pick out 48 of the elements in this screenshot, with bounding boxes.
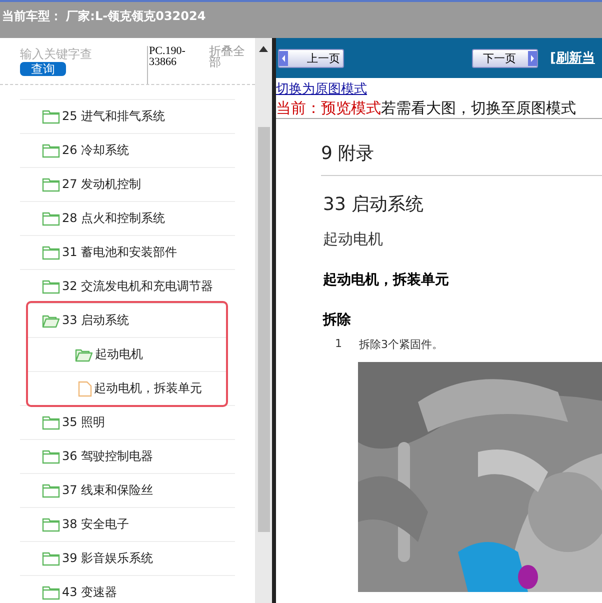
- open-folder-icon: [75, 348, 93, 362]
- tree-item[interactable]: 38 安全电子: [20, 507, 235, 541]
- tree-item[interactable]: 31 蓄电池和安装部件: [20, 235, 235, 269]
- folder-icon: [42, 416, 60, 430]
- step-text: 拆除3个紧固件。: [359, 337, 443, 352]
- part-code: PC.190-33866: [147, 46, 201, 84]
- tree-item[interactable]: 32 交流发电机和充电调节器: [20, 269, 235, 303]
- chapter-heading: 9 附录: [321, 141, 602, 176]
- tree-item[interactable]: 36 驾驶控制电器: [20, 439, 235, 473]
- document-icon: [78, 380, 92, 396]
- folder-icon: [42, 144, 60, 158]
- mode-status-text: 当前：预览模式若需看大图，切换至原图模式: [276, 98, 577, 118]
- scrollbar[interactable]: [255, 38, 272, 603]
- folder-icon: [42, 178, 60, 192]
- scroll-thumb[interactable]: [258, 127, 270, 532]
- section-heading: 33 启动系统: [323, 193, 425, 216]
- tree-item[interactable]: 28 点火和控制系统: [20, 201, 235, 235]
- folder-icon: [42, 110, 60, 124]
- step-number: 1: [334, 337, 343, 352]
- tree-item[interactable]: 37 线束和保险丝: [20, 473, 235, 507]
- procedure-title: 起动电机，拆装单元: [323, 271, 450, 289]
- refresh-link[interactable]: [刷新当: [550, 49, 595, 67]
- folder-icon: [42, 518, 60, 532]
- open-folder-icon: [42, 314, 60, 328]
- tree-item[interactable]: 33 启动系统: [28, 303, 226, 337]
- original-image-mode-link[interactable]: 切换为原图模式: [276, 81, 367, 98]
- step-heading: 拆除: [323, 311, 352, 329]
- tree-item[interactable]: 43 变速器: [20, 575, 235, 603]
- folder-icon: [42, 484, 60, 498]
- tree-item[interactable]: 26 冷却系统: [20, 133, 235, 167]
- tree-item[interactable]: 起动电机，拆装单元: [28, 371, 226, 405]
- tree-item[interactable]: 25 进气和排气系统: [20, 99, 235, 133]
- folder-icon: [42, 212, 60, 226]
- folder-icon: [42, 450, 60, 464]
- tree-item[interactable]: 起动电机: [28, 337, 226, 371]
- folder-icon: [42, 552, 60, 566]
- scroll-up-icon[interactable]: [259, 46, 268, 52]
- tree-item[interactable]: 35 照明: [20, 405, 235, 439]
- folder-icon: [42, 246, 60, 260]
- prev-page-button[interactable]: 上一页: [278, 48, 344, 68]
- subsection-heading: 起动电机: [323, 230, 384, 249]
- next-page-button[interactable]: 下一页: [472, 48, 538, 68]
- query-button[interactable]: 查询: [20, 62, 66, 76]
- tree-item[interactable]: 39 影音娱乐系统: [20, 541, 235, 575]
- car-model-label: 当前车型： 厂家:L-领克领克032024: [2, 9, 206, 23]
- folder-icon: [42, 280, 60, 294]
- tree-item[interactable]: 27 发动机控制: [20, 167, 235, 201]
- folder-icon: [42, 586, 60, 600]
